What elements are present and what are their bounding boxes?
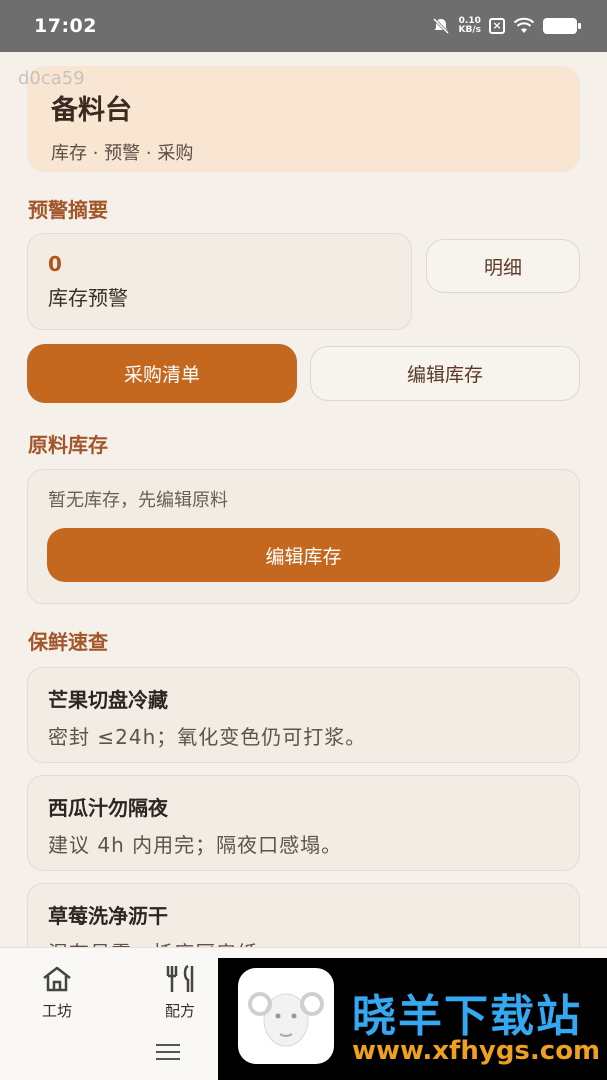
section-title-alerts: 预警摘要 — [28, 198, 108, 222]
hero-card: 备料台 库存 · 预警 · 采购 — [27, 66, 580, 172]
fresh-item[interactable]: 芒果切盘冷藏 密封 ≤24h；氧化变色仍可打浆。 — [27, 667, 580, 763]
purchase-list-button[interactable]: 采购清单 — [27, 344, 297, 403]
sheep-logo-icon — [238, 968, 334, 1064]
fresh-item-desc: 建议 4h 内用完；隔夜口感塌。 — [48, 833, 343, 857]
edit-stock-button[interactable]: 编辑库存 — [310, 346, 580, 401]
alert-count: 0 — [48, 252, 62, 276]
fresh-item-title: 草莓洗净沥干 — [48, 904, 168, 928]
stock-edit-button[interactable]: 编辑库存 — [47, 528, 560, 582]
section-title-stock: 原料库存 — [28, 433, 108, 457]
promo-url: www.xfhygs.com — [352, 1036, 601, 1066]
status-icons: 0.10 KB/s × — [431, 16, 581, 36]
alert-label: 库存预警 — [48, 286, 128, 310]
status-time: 17:02 — [34, 15, 97, 37]
menu-icon[interactable] — [156, 1044, 180, 1065]
home-icon — [43, 966, 71, 992]
nav-item-recipes[interactable]: 配方 — [162, 964, 198, 1021]
battery-icon — [543, 18, 581, 34]
fresh-item-title: 西瓜汁勿隔夜 — [48, 796, 168, 820]
nav-item-workshop[interactable]: 工坊 — [40, 964, 74, 1021]
stock-empty-text: 暂无库存，先编辑原料 — [48, 490, 228, 511]
promo-banner: 晓羊下载站 www.xfhygs.com — [218, 958, 607, 1080]
detail-button[interactable]: 明细 — [426, 239, 580, 293]
bell-muted-icon — [432, 17, 449, 35]
fresh-item[interactable]: 西瓜汁勿隔夜 建议 4h 内用完；隔夜口感塌。 — [27, 775, 580, 871]
fresh-item-title: 芒果切盘冷藏 — [48, 688, 168, 712]
fresh-item-desc: 密封 ≤24h；氧化变色仍可打浆。 — [48, 725, 367, 749]
stock-alert-card: 0 库存预警 — [27, 233, 412, 330]
x-box-icon: × — [489, 18, 505, 34]
nav-label: 工坊 — [41, 1002, 72, 1020]
wifi-icon — [513, 17, 535, 33]
net-speed: 0.10 KB/s — [458, 16, 481, 35]
status-bar: 17:02 0.10 KB/s × — [0, 0, 607, 52]
nav-label: 配方 — [164, 1002, 195, 1020]
section-title-freshness: 保鲜速查 — [28, 630, 108, 654]
watermark-id: d0ca59 — [18, 68, 85, 89]
utensils-icon — [166, 964, 194, 992]
page-subtitle: 库存 · 预警 · 采购 — [51, 143, 194, 164]
promo-title: 晓羊下载站 — [352, 991, 582, 1042]
page-title: 备料台 — [51, 95, 132, 126]
